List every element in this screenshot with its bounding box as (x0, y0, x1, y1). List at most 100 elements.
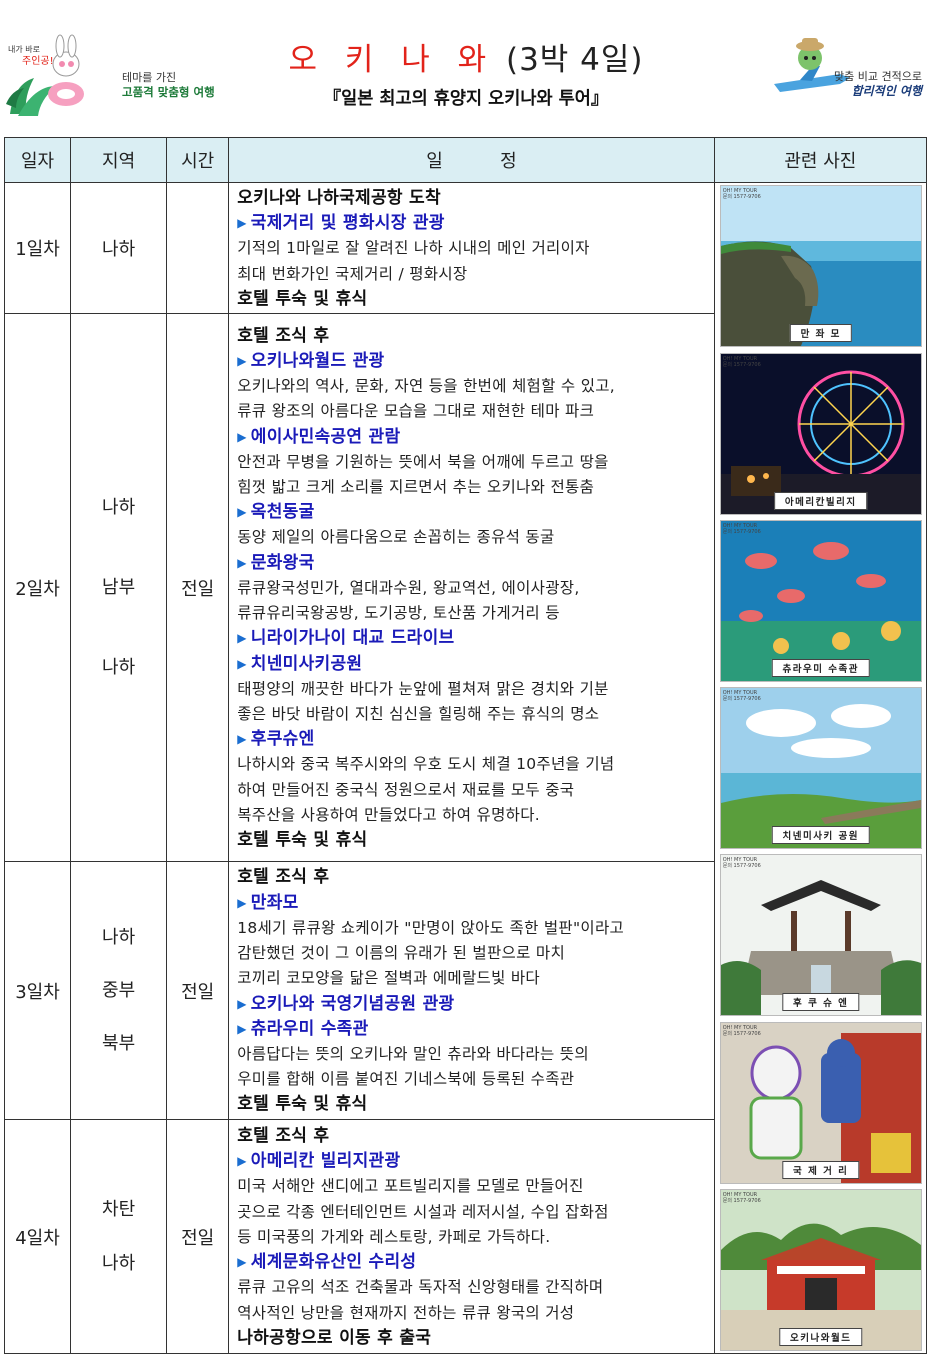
schedule-heading: ▶ 에이사민속공연 관람 (237, 425, 708, 450)
schedule-step: 호텔 투숙 및 휴식 (237, 1092, 708, 1117)
plan-cell: 호텔 조식 후 ▶ 오키나와월드 관광오키나와의 역사, 문화, 자연 등을 한번에… (228, 313, 715, 862)
region-name: 나하 (102, 927, 136, 948)
badge-phone: 문의 1577-9706 (722, 1031, 761, 1037)
region-name: 남부 (102, 576, 136, 598)
ferris-wheel-photo: OH! MY TOUR 문의 1577-9706 아메리칸빌리지 (719, 353, 922, 515)
tour-badge: OH! MY TOUR 문의 1577-9706 (723, 523, 761, 535)
photo-caption: 후 쿠 슈 엔 (782, 993, 860, 1011)
schedule-step: 호텔 조식 후 (237, 1124, 708, 1149)
triangle-bullet-icon: ▶ (237, 732, 247, 747)
schedule-step: 호텔 조식 후 (237, 324, 708, 349)
schedule-line-text: 아름답다는 뜻의 오키나와 말인 츄라와 바다라는 뜻의 (237, 1044, 589, 1063)
day-cell: 1일차 (3, 182, 72, 314)
right-logo-text: 맞춤 비교 견적으로 합리적인 여행 (834, 69, 922, 99)
schedule-line-text: 호텔 투숙 및 휴식 (237, 829, 368, 850)
region-cell: 차탄 나하 (70, 1119, 168, 1354)
schedule-line-text: 하여 만들어진 중국식 정원으로서 재료를 모두 중국 (237, 780, 575, 799)
schedule-description: 복주산을 사용하여 만들었다고 하여 유명하다. (237, 803, 708, 828)
schedule-heading: ▶ 츄라우미 수족관 (237, 1017, 708, 1042)
toy-figures-photo: OH! MY TOUR 문의 1577-9706 국 제 거 리 (719, 1022, 922, 1184)
cape-park-photo: OH! MY TOUR 문의 1577-9706 치넨미사키 공원 (719, 687, 922, 849)
time-cell: 전일 (166, 313, 230, 862)
triangle-bullet-icon: ▶ (237, 656, 247, 671)
triangle-bullet-icon: ▶ (237, 429, 247, 444)
schedule-description: 곳으로 각종 엔터테인먼트 시설과 레저시설, 수입 잡화점 (237, 1200, 708, 1225)
triangle-bullet-icon: ▶ (237, 555, 247, 570)
title-suffix: (3박 4일) (505, 42, 644, 78)
region-name: 북부 (102, 1033, 136, 1054)
badge-phone: 문의 1577-9706 (722, 362, 761, 368)
schedule-line-text: 후쿠슈엔 (250, 729, 315, 750)
schedule-heading: ▶ 세계문화유산인 수리성 (237, 1250, 708, 1275)
schedule-description: 힘껏 밟고 크게 소리를 지르면서 추는 오키나와 전통춤 (237, 475, 708, 500)
schedule-description: 감탄했던 것이 그 이름의 유래가 된 벌판으로 마치 (237, 941, 708, 966)
day-cell: 2일차 (3, 313, 72, 862)
cliff-sea-photo: OH! MY TOUR 문의 1577-9706 만 좌 모 (719, 185, 922, 347)
triangle-bullet-icon: ▶ (237, 216, 247, 231)
schedule-line-text: 호텔 조식 후 (237, 867, 330, 888)
right-logo-line1: 맞춤 비교 견적으로 (834, 70, 922, 83)
plan-cell: 오키나와 나하국제공항 도착 ▶ 국제거리 및 평화시장 관광 기적의 1마일로 잘 … (228, 182, 715, 314)
triangle-bullet-icon: ▶ (237, 895, 247, 910)
schedule-line-text: 문화왕국 (250, 552, 315, 573)
schedule-line-text: 곳으로 각종 엔터테인먼트 시설과 레저시설, 수입 잡화점 (237, 1202, 609, 1221)
photo-caption: 국 제 거 리 (782, 1161, 860, 1179)
tour-badge: OH! MY TOUR 문의 1577-9706 (723, 1025, 761, 1037)
schedule-description: 나하시와 중국 복주시와의 우호 도시 체결 10주년을 기념 (237, 752, 708, 777)
schedule-heading: ▶ 오키나와월드 관광 (237, 349, 708, 374)
region-name: 차탄 (102, 1198, 136, 1220)
schedule-heading: ▶ 옥천동굴 (237, 500, 708, 525)
schedule-line-text: 미국 서해안 샌디에고 포트빌리지를 모델로 만들어진 (237, 1177, 584, 1196)
triangle-bullet-icon: ▶ (237, 1154, 247, 1169)
photos-column: OH! MY TOUR 문의 1577-9706 만 좌 모 OH! MY TOUR 문… (713, 182, 928, 1354)
badge-phone: 문의 1577-9706 (722, 529, 761, 535)
badge-phone: 문의 1577-9706 (722, 194, 761, 200)
schedule-line-text: 류큐 왕조의 아름다운 모습을 그대로 재현한 테마 파크 (237, 402, 595, 421)
schedule-description: 류큐유리국왕공방, 도기공방, 토산품 가게거리 등 (237, 601, 708, 626)
schedule-line-text: 최대 번화가인 국제거리 / 평화시장 (237, 264, 468, 283)
schedule-description: 우미를 합해 이름 붙여진 기네스북에 등록된 수족관 (237, 1067, 708, 1092)
badge-phone: 문의 1577-9706 (722, 1198, 761, 1204)
schedule-line-text: 아메리칸 빌리지관광 (250, 1151, 401, 1172)
region-name: 나하 (102, 239, 136, 260)
triangle-bullet-icon: ▶ (237, 996, 247, 1011)
region-cell: 나하 중부 북부 (70, 861, 168, 1120)
photo-caption: 츄라우미 수족관 (771, 659, 870, 677)
schedule-heading: ▶ 아메리칸 빌리지관광 (237, 1149, 708, 1174)
region-name: 중부 (102, 980, 136, 1001)
tour-badge: OH! MY TOUR 문의 1577-9706 (723, 356, 761, 368)
triangle-bullet-icon: ▶ (237, 354, 247, 369)
schedule-line-text: 안전과 무병을 기원하는 뜻에서 북을 어깨에 두르고 땅을 (237, 452, 609, 471)
day-cell: 3일차 (3, 861, 72, 1120)
region-cell: 나하 (70, 182, 168, 314)
schedule-heading: ▶ 치넨미사키공원 (237, 652, 708, 677)
triangle-bullet-icon: ▶ (237, 631, 247, 646)
schedule-description: 미국 서해안 샌디에고 포트빌리지를 모델로 만들어진 (237, 1174, 708, 1199)
schedule-line-text: 오키나와의 역사, 문화, 자연 등을 한번에 체험할 수 있고, (237, 377, 616, 396)
schedule-line-text: 에이사민속공연 관람 (250, 426, 401, 447)
region-cell: 나하 남부 나하 (70, 313, 168, 862)
tour-badge: OH! MY TOUR 문의 1577-9706 (723, 690, 761, 702)
schedule-line-text: 동양 제일의 아름다움으로 손꼽히는 종유석 동굴 (237, 528, 555, 547)
schedule-description: 아름답다는 뜻의 오키나와 말인 츄라와 바다라는 뜻의 (237, 1042, 708, 1067)
schedule-line-text: 류큐유리국왕공방, 도기공방, 토산품 가게거리 등 (237, 604, 560, 623)
schedule-line-text: 오키나와 나하국제공항 도착 (237, 187, 441, 208)
schedule-heading: ▶ 국제거리 및 평화시장 관광 (237, 211, 708, 236)
header-time: 시간 (166, 137, 230, 183)
plan-cell: 호텔 조식 후 ▶ 만좌모 18세기 류큐왕 쇼케이가 "만명이 앉아도 족한 벌판"… (228, 861, 715, 1120)
schedule-line-text: 호텔 투숙 및 휴식 (237, 1094, 368, 1115)
schedule-description: 좋은 바닷 바람이 지친 심신을 힐링해 주는 휴식의 명소 (237, 702, 708, 727)
aquarium-fish-photo: OH! MY TOUR 문의 1577-9706 츄라우미 수족관 (719, 520, 922, 682)
red-gate-photo: OH! MY TOUR 문의 1577-9706 오키나와월드 (719, 1189, 922, 1351)
schedule-step: 호텔 조식 후 (237, 865, 708, 890)
schedule-description: 류큐왕국성민가, 열대과수원, 왕교역선, 에이사광장, (237, 576, 708, 601)
schedule-heading: ▶ 오키나와 국영기념공원 관광 (237, 992, 708, 1017)
header-day: 일자 (3, 137, 72, 183)
schedule-line-text: 역사적인 낭만을 현재까지 전하는 류큐 왕국의 거성 (237, 1303, 575, 1322)
right-logo-line2: 합리적인 여행 (851, 84, 922, 98)
table-header-row: 일자 지역 시간 일 정 관련 사진 (3, 137, 928, 183)
schedule-line-text: 호텔 투숙 및 휴식 (237, 288, 368, 309)
schedule-line-text: 류큐 고유의 석조 건축물과 독자적 신앙형태를 간직하며 (237, 1278, 604, 1297)
schedule-line-text: 오키나와 국영기념공원 관광 (250, 993, 455, 1014)
schedule-line-text: 힘껏 밟고 크게 소리를 지르면서 추는 오키나와 전통춤 (237, 478, 595, 497)
